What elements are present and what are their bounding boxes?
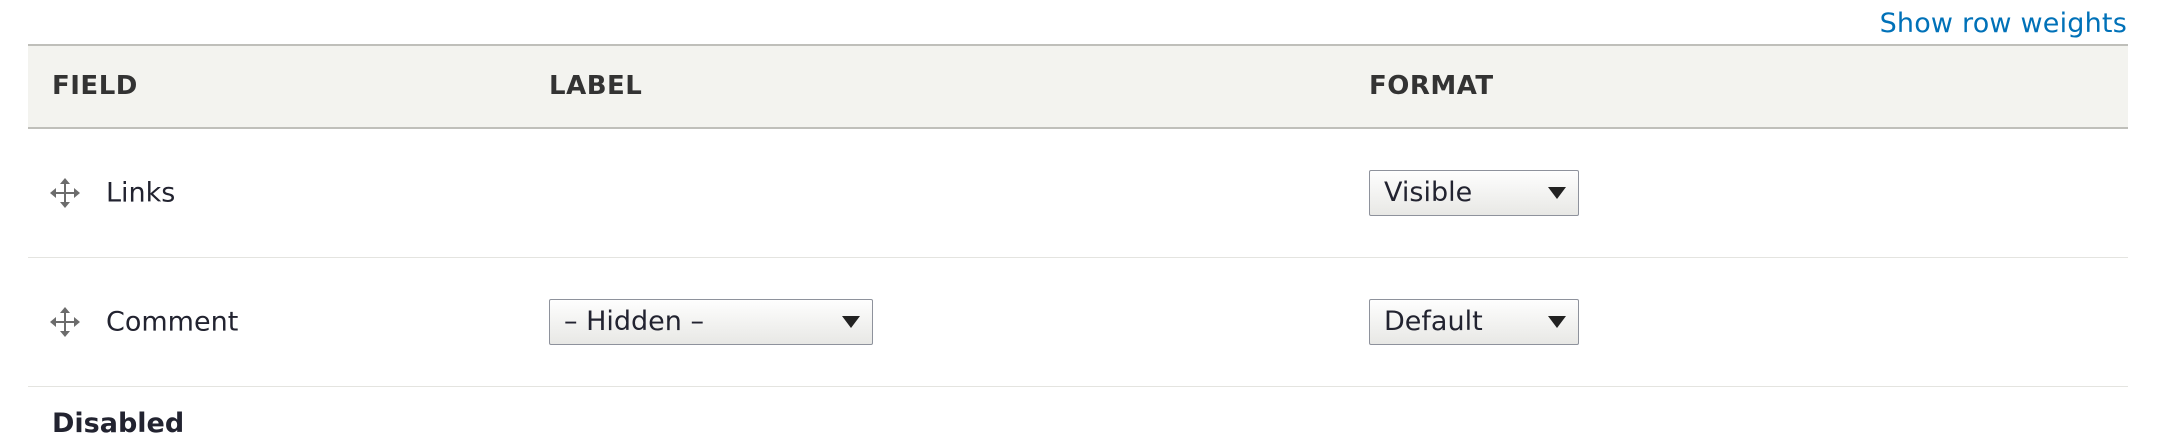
field-name: Links [106, 177, 176, 209]
drag-handle-icon[interactable] [50, 178, 80, 208]
caret-down-icon [1548, 187, 1566, 199]
label-select-value: – Hidden – [564, 306, 704, 337]
format-select-value: Visible [1384, 177, 1473, 208]
field-name: Comment [106, 306, 239, 338]
table-header: Field Label Format [28, 44, 2128, 129]
fields-table: Field Label Format Links [28, 44, 2128, 387]
format-select[interactable]: Visible [1369, 170, 1579, 216]
show-row-weights-link[interactable]: Show row weights [1880, 8, 2127, 39]
drag-handle-icon[interactable] [50, 307, 80, 337]
disabled-region-title: Disabled [52, 408, 185, 439]
table-row: Links Visible [28, 129, 2128, 258]
manage-display-page: Show row weights Field Label Format [0, 0, 2158, 439]
format-select[interactable]: Default [1369, 299, 1579, 345]
column-header-field: Field [52, 71, 138, 101]
table-row: Comment – Hidden – Default [28, 258, 2128, 387]
format-select-value: Default [1384, 306, 1483, 337]
caret-down-icon [1548, 316, 1566, 328]
column-header-format: Format [1369, 71, 1494, 101]
caret-down-icon [842, 316, 860, 328]
label-select[interactable]: – Hidden – [549, 299, 873, 345]
column-header-label: Label [549, 71, 643, 101]
